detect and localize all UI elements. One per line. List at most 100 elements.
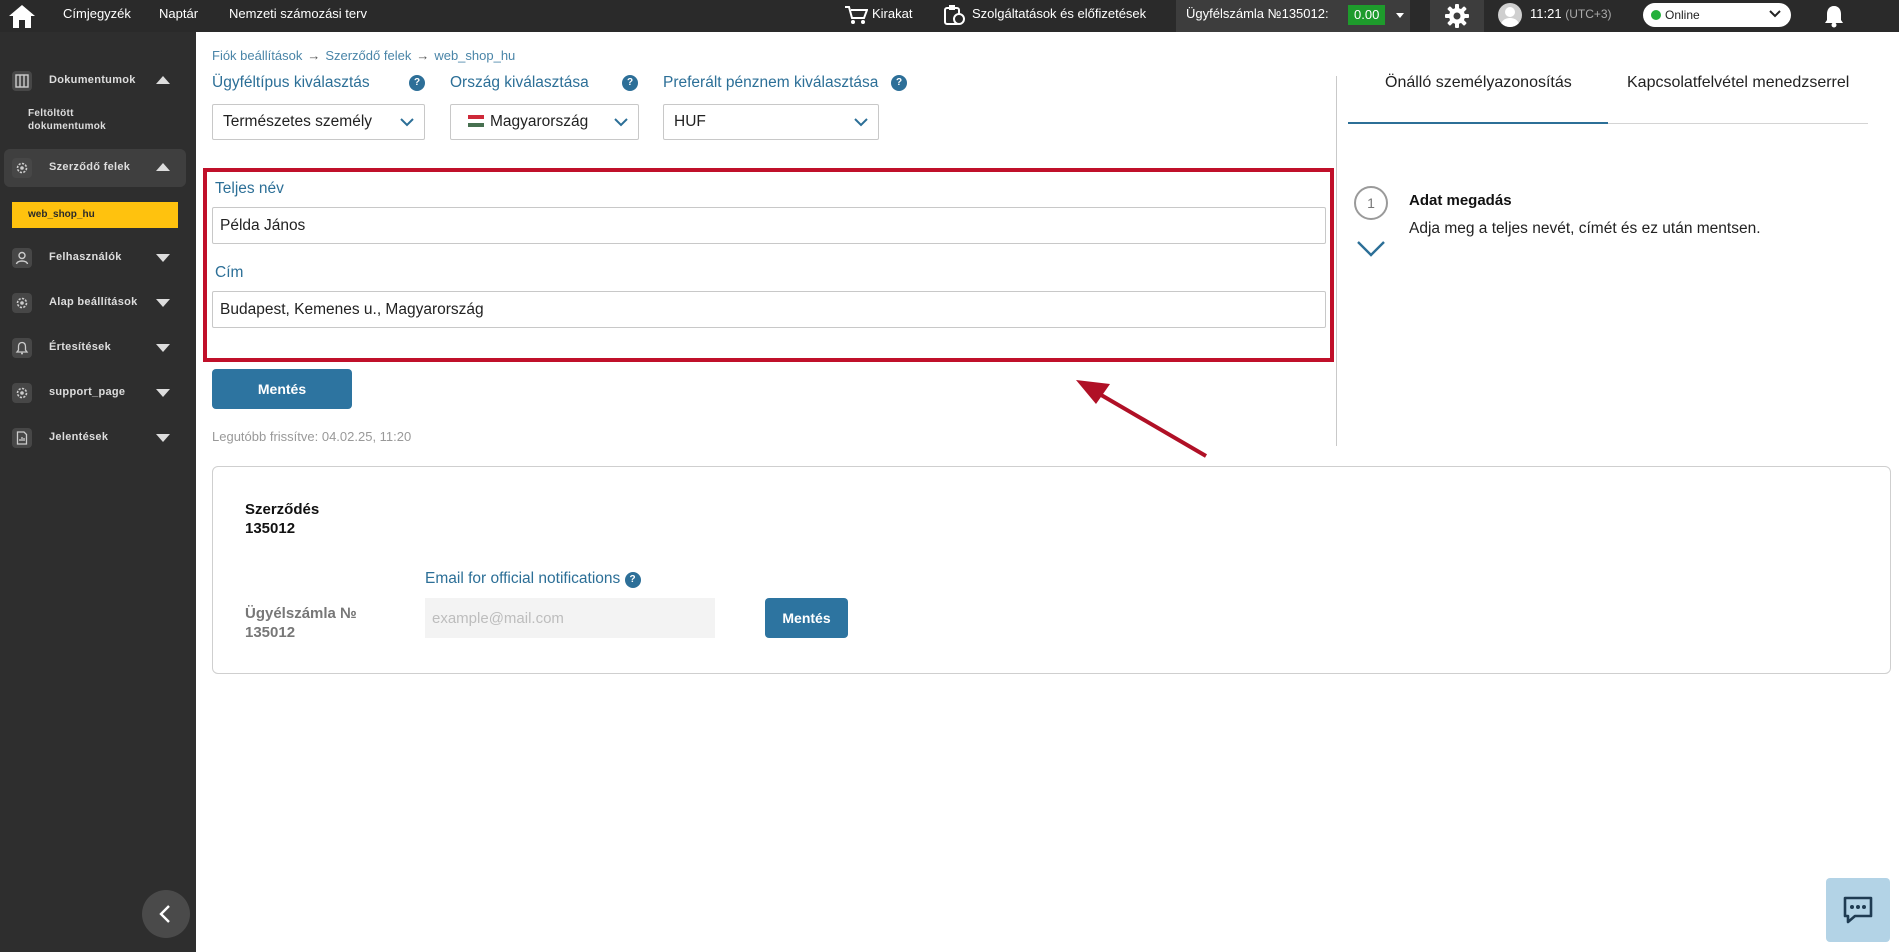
highlight-frame (203, 168, 1334, 362)
sidebar-item-support-page[interactable]: support_page (4, 374, 186, 412)
fullname-input[interactable]: Példa János (212, 207, 1326, 244)
user-icon (12, 248, 32, 268)
arrow-right-icon: → (416, 48, 430, 63)
chevron-down-icon (400, 118, 414, 127)
contract-number: 135012 (245, 520, 296, 537)
email-input[interactable] (425, 598, 715, 638)
chevron-down-icon (614, 118, 628, 127)
gear-icon (1445, 4, 1469, 28)
services-label: Szolgáltatások és előfizetések (972, 6, 1147, 21)
expand-arrow-icon (156, 344, 170, 352)
sidebar-item-label: Alap beállítások (49, 296, 138, 308)
breadcrumb: Fiók beállítások → Szerződő felek → web_shop… (212, 48, 515, 63)
bell-icon[interactable] (1823, 4, 1845, 28)
chat-button[interactable] (1826, 878, 1890, 942)
email-save-button[interactable]: Mentés (765, 598, 848, 638)
sidebar-item-documents[interactable]: Dokumentumok (4, 62, 186, 100)
chevron-down-icon[interactable] (1356, 240, 1386, 260)
home-icon[interactable] (8, 3, 36, 29)
tab-self-identification[interactable]: Önálló személyazonosítás (1385, 74, 1572, 92)
nav-address-book[interactable]: Címjegyzék (63, 0, 131, 32)
expand-arrow-icon (156, 299, 170, 307)
fullname-label: Teljes név (215, 180, 284, 197)
annotation-arrow-icon (1076, 380, 1208, 458)
services-icon (944, 5, 965, 25)
client-type-select[interactable]: Természetes személy (212, 104, 425, 140)
avatar[interactable] (1498, 3, 1522, 27)
currency-select[interactable]: HUF (663, 104, 879, 140)
country-value: Magyarország (490, 113, 589, 130)
cart-icon (845, 6, 868, 24)
status-label: Online (1665, 8, 1700, 22)
gear-icon (12, 158, 32, 178)
sidebar-item-label: Felhasználók (49, 251, 122, 263)
expand-arrow-icon (156, 254, 170, 262)
nav-numbering-plan[interactable]: Nemzeti számozási terv (229, 0, 367, 32)
help-icon[interactable]: ? (891, 75, 907, 91)
step-number: 1 (1354, 186, 1388, 220)
sidebar-item-reports[interactable]: Jelentések (4, 419, 186, 457)
documents-icon (12, 71, 32, 91)
vertical-divider (1336, 76, 1337, 446)
sidebar-item-basic-settings[interactable]: Alap beállítások (4, 284, 186, 322)
chevron-left-icon (159, 905, 170, 923)
sidebar-item-label: Dokumentumok (49, 74, 136, 86)
help-icon[interactable]: ? (409, 75, 425, 91)
arrow-right-icon: → (307, 48, 321, 63)
sidebar-item-contracting-parties[interactable]: Szerződő felek (4, 149, 186, 187)
gear-icon (12, 383, 32, 403)
sidebar-item-notifications[interactable]: Értesítések (4, 329, 186, 367)
last-updated: Legutóbb frissítve: 04.02.25, 11:20 (212, 429, 412, 444)
help-icon[interactable]: ? (622, 75, 638, 91)
report-icon (12, 428, 32, 448)
status-select[interactable]: Online (1643, 3, 1791, 27)
chat-icon (1843, 896, 1873, 924)
collapse-arrow-icon (156, 163, 170, 171)
save-button[interactable]: Mentés (212, 369, 352, 409)
sidebar-collapse-button[interactable] (142, 890, 190, 938)
sidebar-item-label: Szerződő felek (49, 161, 131, 173)
address-input[interactable]: Budapest, Kemenes u., Magyarország (212, 291, 1326, 328)
online-dot (1651, 10, 1661, 20)
expand-arrow-icon (156, 434, 170, 442)
nav-calendar[interactable]: Naptár (159, 0, 198, 32)
account-number-label: Ügyélszámla № 135012 (245, 604, 357, 642)
top-bar: Címjegyzék Naptár Nemzeti számozási terv… (0, 0, 1899, 32)
help-icon[interactable]: ? (624, 572, 641, 588)
contract-title-line: Szerződés (245, 501, 320, 518)
sidebar-item-users[interactable]: Felhasználók (4, 239, 186, 277)
sidebar-item-label: Értesítések (49, 341, 112, 353)
collapse-arrow-icon (156, 76, 170, 84)
expand-arrow-icon (156, 389, 170, 397)
settings-button[interactable] (1430, 0, 1484, 32)
currency-value: HUF (674, 113, 706, 130)
breadcrumb-current[interactable]: web_shop_hu (434, 48, 515, 63)
sidebar: Dokumentumok Feltöltött dokumentumok Sze… (0, 32, 196, 952)
account-label: Ügyfélszámla №135012: (1186, 6, 1329, 21)
contract-title: Szerződés 135012 (245, 500, 319, 538)
tab-active-indicator (1348, 122, 1608, 124)
hungary-flag-icon (468, 115, 484, 127)
step-description: Adja meg a teljes nevét, címét és ez utá… (1409, 220, 1761, 237)
account-number-title: Ügyélszámla № (245, 605, 357, 622)
address-label: Cím (215, 264, 244, 281)
clock-time: 11:21 (1530, 6, 1562, 21)
balance-badge: 0.00 (1348, 5, 1386, 25)
client-type-label: Ügyféltípus kiválasztás (212, 74, 370, 91)
gear-icon (12, 293, 32, 313)
email-label-text: Email for official notifications (425, 570, 621, 587)
account-number-value: 135012 (245, 624, 296, 641)
country-select[interactable]: Magyarország (450, 104, 639, 140)
shop-label: Kirakat (872, 6, 913, 21)
account-balance-menu[interactable]: Ügyfélszámla №135012: 0.00 (1176, 0, 1410, 32)
breadcrumb-contracting-parties[interactable]: Szerződő felek (325, 48, 411, 63)
client-type-value: Természetes személy (223, 113, 373, 130)
chevron-down-icon (854, 118, 868, 127)
email-label: Email for official notifications ? (425, 570, 641, 588)
sidebar-subitem-web-shop-hu[interactable]: web_shop_hu (12, 202, 178, 228)
sidebar-subitem-uploaded-documents[interactable]: Feltöltött dokumentumok (28, 107, 148, 133)
step-title: Adat megadás (1409, 192, 1512, 209)
tab-contact-manager[interactable]: Kapcsolatfelvétel menedzserrel (1627, 74, 1849, 92)
breadcrumb-account-settings[interactable]: Fiók beállítások (212, 48, 302, 63)
sidebar-item-label: support_page (49, 386, 126, 398)
